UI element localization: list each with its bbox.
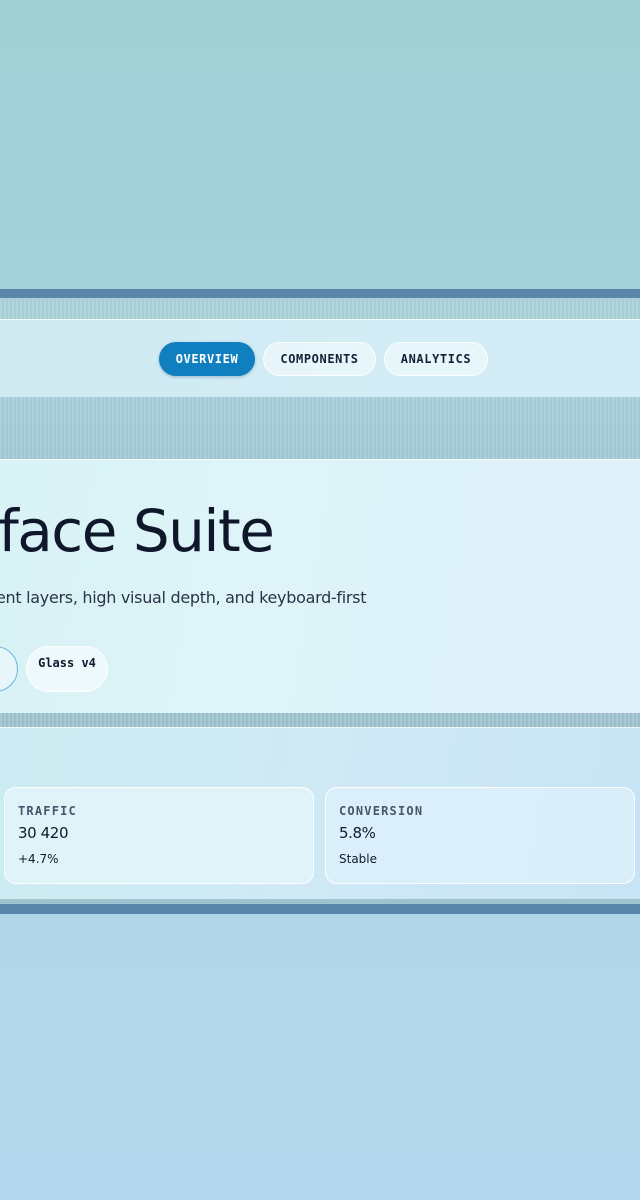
metric-label: CONVERSION <box>339 804 424 818</box>
tab-overview[interactable]: OVERVIEW <box>159 342 255 376</box>
metric-label: TRAFFIC <box>18 804 77 818</box>
hero-title: rface Suite <box>0 497 275 565</box>
app-window: OVERVIEW COMPONENTS ANALYTICS rface Suit… <box>0 289 640 914</box>
metric-note: Stable <box>339 852 378 866</box>
top-spacer <box>0 298 640 319</box>
bottom-border-band <box>0 904 640 914</box>
metric-card-conversion: CONVERSION 5.8% Stable <box>325 787 635 884</box>
version-chip[interactable]: Glass v4 <box>26 646 108 692</box>
tab-analytics[interactable]: ANALYTICS <box>384 342 488 376</box>
page: { "nav": { "tabs": [ {"label": "OVERVIEW… <box>0 0 640 1200</box>
hero-chip-partial[interactable] <box>0 646 18 692</box>
tab-components[interactable]: COMPONENTS <box>263 342 376 376</box>
section-gap-2 <box>0 713 640 727</box>
metric-card-traffic: TRAFFIC 30 420 +4.7% <box>4 787 314 884</box>
hero-subtitle: ent layers, high visual depth, and keybo… <box>0 588 367 607</box>
metric-value: 30 420 <box>18 824 69 842</box>
metrics-section: TRAFFIC 30 420 +4.7% CONVERSION 5.8% Sta… <box>0 727 640 900</box>
hero-section: rface Suite ent layers, high visual dept… <box>0 459 640 714</box>
metric-value: 5.8% <box>339 824 376 842</box>
top-border-band <box>0 289 640 298</box>
metric-note: +4.7% <box>18 852 59 866</box>
section-gap <box>0 397 640 459</box>
tab-navigation: OVERVIEW COMPONENTS ANALYTICS <box>0 319 640 399</box>
